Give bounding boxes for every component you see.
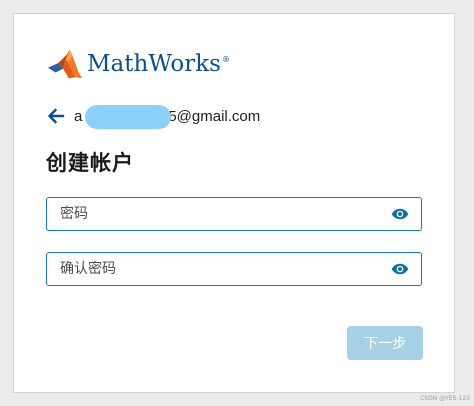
password-field[interactable] [46,197,422,231]
email-prefix: a [74,107,83,125]
watermark: CSDN @YES-123 [420,395,470,402]
email-redaction [85,104,171,129]
confirm-password-field[interactable] [46,252,422,286]
account-email: a 5@gmail.com [74,104,261,129]
account-row: a 5@gmail.com [46,102,260,130]
mathworks-logo: MathWorks® [46,46,230,82]
signup-card: MathWorks® a 5@gmail.com 创建帐户 下一步 [13,13,455,393]
brand-name: MathWorks® [87,50,230,77]
confirm-password-input[interactable] [47,253,391,285]
next-button[interactable]: 下一步 [347,326,423,360]
page-title: 创建帐户 [46,151,134,175]
eye-icon[interactable] [391,260,409,278]
registered-mark: ® [221,54,230,64]
eye-icon[interactable] [391,205,409,223]
arrow-left-icon[interactable] [46,106,66,126]
membrane-logo-icon [47,49,83,79]
password-input[interactable] [47,198,391,230]
email-suffix: 5@gmail.com [168,107,261,125]
